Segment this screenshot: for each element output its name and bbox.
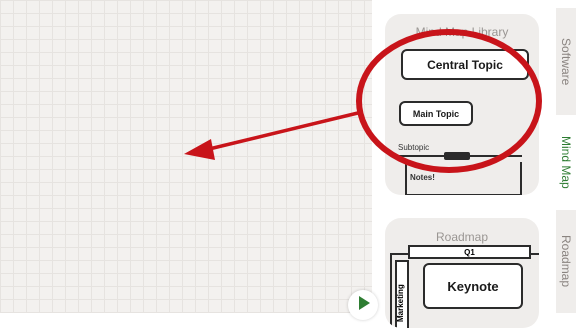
subtopic-handle[interactable] [444,152,470,160]
card-title: Roadmap [435,230,489,244]
main-topic-shape[interactable]: Main Topic [399,101,473,126]
drawing-canvas[interactable] [0,0,372,313]
library-tabs: Software Mind Map Roadmap [552,0,576,313]
keynote-shape[interactable]: Keynote [423,263,523,309]
tab-label: Mind Map [559,135,573,189]
tab-mind-map[interactable]: Mind Map [556,122,576,202]
q1-shape[interactable]: Q1 [408,245,531,259]
subtopic-label: Subtopic [398,143,430,152]
marketing-label: Marketing [396,284,405,322]
card-title: Mind Map Library [415,25,509,39]
central-topic-shape[interactable]: Central Topic [401,49,529,80]
tab-label: Roadmap [559,235,573,288]
tab-software[interactable]: Software [556,8,576,115]
play-icon[interactable] [348,290,378,320]
roadmap-library-card[interactable]: Roadmap Q1 Marketing Keynote [385,218,539,328]
tab-label: Software [559,37,573,86]
tab-roadmap[interactable]: Roadmap [556,210,576,313]
notes-label: Notes! [410,173,435,182]
mind-map-library-card[interactable]: Mind Map Library Central Topic Main Topi… [385,14,539,195]
library-panel: Mind Map Library Central Topic Main Topi… [372,0,552,328]
